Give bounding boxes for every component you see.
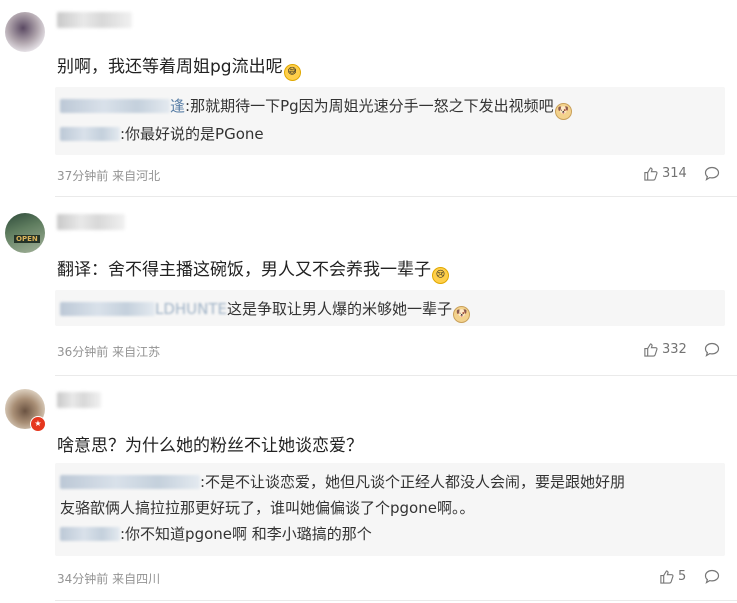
reply-item[interactable]: :你最好说的是PGone [60, 123, 264, 144]
reply-author-blurred[interactable] [60, 527, 120, 541]
reply-author-name[interactable]: 逢 [170, 95, 185, 116]
reply-text: :你不知道pgone啊 和李小璐搞的那个 [120, 525, 372, 543]
reply-comment-icon[interactable] [704, 569, 720, 584]
avatar[interactable]: OPEN [5, 213, 45, 253]
reply-text-continued: 友骆歆俩人搞拉拉那更好玩了，谁叫她偏偏谈了个pgone啊。。 [60, 499, 475, 517]
reply-author-blurred[interactable] [60, 127, 120, 141]
avatar[interactable] [5, 12, 45, 52]
like-count: 314 [662, 166, 687, 181]
comment-meta: 34分钟前 来自四川 [57, 572, 161, 586]
reply-item[interactable]: 逢:那就期待一下Pg因为周姐光速分手一怒之下发出视频吧 🐶 [60, 95, 572, 120]
like-button[interactable]: 5 [659, 569, 686, 584]
like-button[interactable]: 332 [643, 342, 687, 357]
comment-text: 啥意思？为什么她的粉丝不让她谈恋爱？ [57, 436, 363, 456]
comment-text: 翻译：舍不得主播这碗饭，男人又不会养我一辈子 😢 [57, 255, 449, 284]
divider [55, 375, 737, 376]
like-count: 5 [678, 569, 687, 584]
like-button[interactable]: 314 [643, 166, 687, 181]
comment-text: 别啊，我还等着周姐pg流出呢 😅 [57, 52, 301, 81]
thumbs-up-icon [644, 343, 658, 357]
avatar-sign-text: OPEN [14, 235, 40, 243]
username-blurred[interactable] [57, 12, 132, 28]
comment-meta: 37分钟前 来自河北 [57, 169, 161, 183]
reply-author-blurred[interactable] [60, 475, 200, 489]
cry-emoji-icon: 😢 [432, 267, 449, 284]
username-blurred[interactable] [57, 214, 125, 230]
reply-item[interactable]: LDHUNTE这是争取让男人爆的米够她一辈子 🐶 [60, 298, 471, 323]
reply-item[interactable]: :你不知道pgone啊 和李小璐搞的那个 [60, 523, 372, 544]
reply-author-blurred[interactable] [60, 99, 170, 113]
reply-box: LDHUNTE这是争取让男人爆的米够她一辈子 🐶 [55, 290, 725, 326]
thumbs-up-icon [660, 570, 674, 584]
sweat-emoji-icon: 😅 [283, 64, 301, 81]
reply-text: 这是争取让男人爆的米够她一辈子 [227, 300, 453, 318]
thumbs-up-icon [644, 167, 658, 181]
reply-text: :你最好说的是PGone [120, 125, 264, 143]
reply-author-blurred[interactable] [60, 302, 155, 316]
doge-emoji-icon: 🐶 [453, 306, 471, 323]
reply-text: :不是不让谈恋爱，她但凡谈个正经人都没人会闹，要是跟她好朋 [200, 473, 626, 491]
reply-box: 逢:那就期待一下Pg因为周姐光速分手一怒之下发出视频吧 🐶 :你最好说的是PGon… [55, 87, 725, 155]
comment-meta: 36分钟前 来自江苏 [57, 345, 161, 359]
username-blurred[interactable] [57, 392, 101, 408]
reply-comment-icon[interactable] [704, 166, 720, 181]
reply-item[interactable]: :不是不让谈恋爱，她但凡谈个正经人都没人会闹，要是跟她好朋 [60, 471, 625, 492]
reply-author-name[interactable]: LDHUNTE [155, 300, 227, 318]
reply-box: :不是不让谈恋爱，她但凡谈个正经人都没人会闹，要是跟她好朋 友骆歆俩人搞拉拉那更… [55, 463, 725, 556]
doge-emoji-icon: 🐶 [554, 103, 572, 120]
verified-badge-icon: ★ [30, 416, 46, 432]
reply-text: :那就期待一下Pg因为周姐光速分手一怒之下发出视频吧 [185, 97, 554, 115]
like-count: 332 [662, 342, 687, 357]
reply-comment-icon[interactable] [704, 342, 720, 357]
divider [55, 196, 737, 197]
divider [55, 600, 737, 601]
